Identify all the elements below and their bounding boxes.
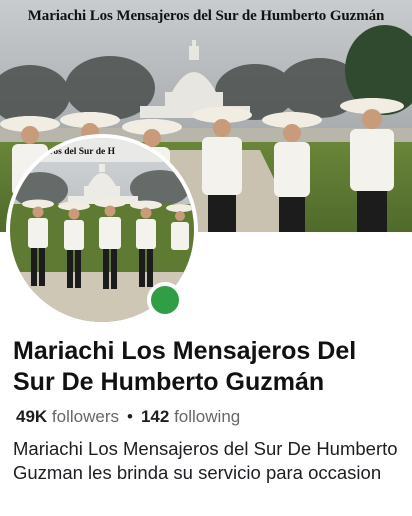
avatar-banner-text: ensajeros del Sur de H — [24, 147, 115, 157]
followers-count: 49K — [16, 407, 48, 426]
following-link[interactable]: 142 following — [141, 407, 240, 426]
following-count: 142 — [140, 407, 170, 426]
following-label: following — [174, 407, 241, 426]
page-title: Mariachi Los Mensajeros Del Sur De Humbe… — [13, 337, 357, 396]
follow-stats: 49K followers • 142 following — [16, 407, 240, 427]
page-bio: Mariachi Los Mensajeros del Sur De Humbe… — [13, 438, 398, 483]
followers-label: followers — [51, 407, 120, 426]
followers-link[interactable]: 49K followers — [16, 407, 119, 426]
cover-banner-text: Mariachi Los Mensajeros del Sur de Humbe… — [27, 8, 385, 24]
online-status-indicator — [147, 282, 183, 318]
stats-separator: • — [127, 407, 133, 426]
